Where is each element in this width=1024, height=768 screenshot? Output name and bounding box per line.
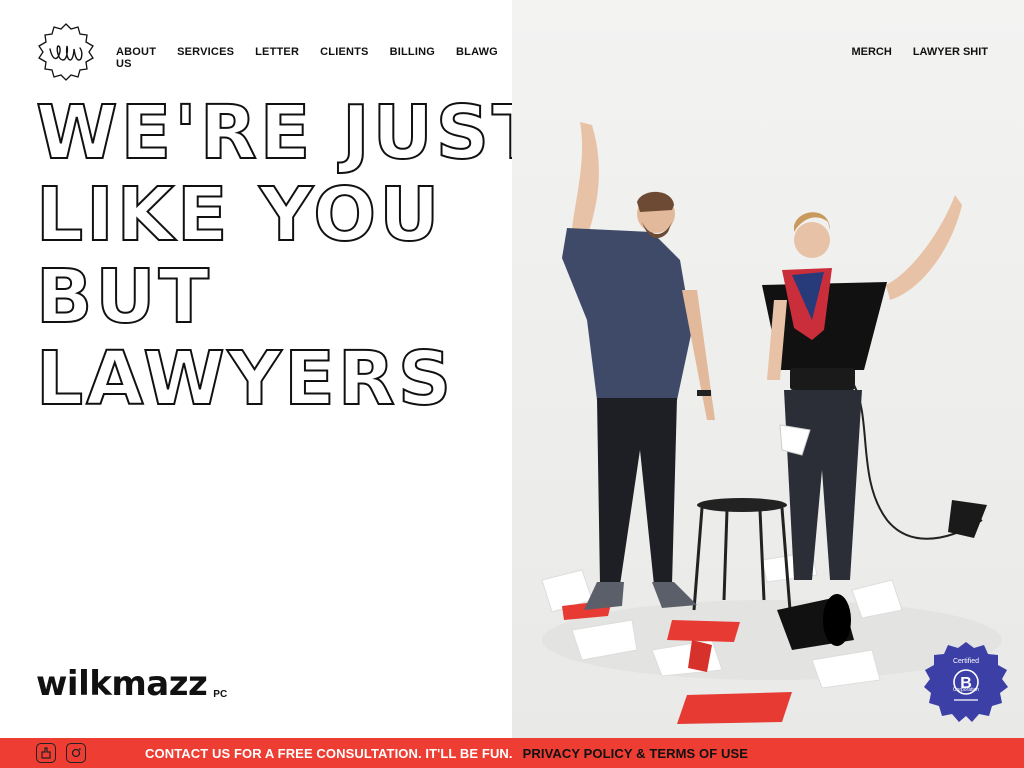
nav-about-us[interactable]: ABOUT US [116,46,156,70]
footer-bar: CONTACT US FOR A FREE CONSULTATION. IT'L… [0,738,1024,768]
secondary-nav: MERCH LAWYER SHIT [851,46,988,58]
page: ABOUT US SERVICES LETTER CLIENTS BILLING… [0,0,1024,768]
social-links [36,743,86,763]
nav-merch[interactable]: MERCH [851,46,891,58]
nav-billing[interactable]: BILLING [390,46,435,70]
hero-photo [512,0,1024,738]
free-consultation-link[interactable]: CONTACT US FOR A FREE CONSULTATION. IT'L… [145,746,513,761]
nav-clients[interactable]: CLIENTS [320,46,368,70]
nav-lawyer-shit[interactable]: LAWYER SHIT [913,46,988,58]
b-corp-bottom-text: Corporation [952,687,980,693]
brand-wordmark: wilkmazz PC [36,664,227,704]
nav-blawg[interactable]: BLAWG [456,46,498,70]
wordmark-name: wilkmazz [36,664,208,704]
wordmark-suffix: PC [213,689,228,700]
nav-services[interactable]: SERVICES [177,46,234,70]
hero-line: LAWYERS [35,336,455,422]
b-corp-top-text: Certified [952,658,980,665]
b-corp-badge-text: Certified Corporation [922,658,1010,693]
hero-line: LIKE YOU [35,172,443,258]
hero-headline: WE'RE JUST LIKE YOU BUT LAWYERS [35,90,546,422]
instagram-icon[interactable] [66,743,86,763]
left-panel: ABOUT US SERVICES LETTER CLIENTS BILLING… [0,0,546,738]
hero-line: WE'RE JUST [35,90,546,176]
facebook-icon[interactable] [36,743,56,763]
hero-line: BUT [35,254,212,340]
nav-letter[interactable]: LETTER [255,46,299,70]
hero-photo-panel: MERCH LAWYER SHIT [512,0,1024,738]
main-nav: ABOUT US SERVICES LETTER CLIENTS BILLING… [116,46,519,70]
wm-monogram-badge-icon [38,23,94,81]
privacy-terms-link[interactable]: PRIVACY POLICY & TERMS OF USE [523,746,748,761]
